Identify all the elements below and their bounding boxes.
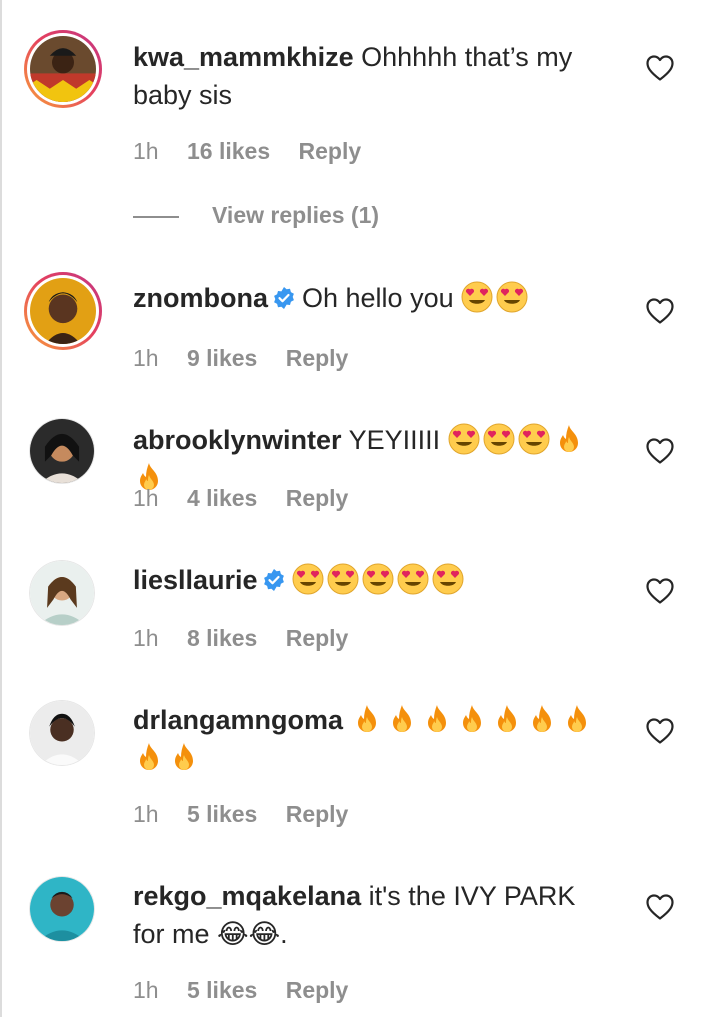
heart-outline-icon[interactable] [646, 298, 674, 324]
likes-count[interactable]: 9 likes [187, 345, 257, 371]
heart-eyes-emoji-icon [483, 423, 515, 455]
fire-emoji-icon [133, 741, 165, 773]
username[interactable]: abrooklynwinter [133, 425, 342, 455]
heart-outline-icon[interactable] [646, 578, 674, 604]
heart-outline-icon[interactable] [646, 718, 674, 744]
username[interactable]: liesllaurie [133, 565, 258, 595]
comment-body: YEYIIIII [348, 425, 441, 455]
left-edge-divider [0, 0, 2, 1017]
heart-eyes-emoji-icon [397, 563, 429, 595]
comment-text: liesllaurie [133, 561, 613, 599]
avatar[interactable] [29, 700, 95, 766]
timestamp: 1h [133, 485, 159, 511]
verified-badge-icon [272, 286, 296, 310]
comment-meta: 1h 5 likes Reply [133, 977, 370, 1004]
avatar[interactable] [29, 876, 95, 942]
timestamp: 1h [133, 138, 159, 164]
heart-outline-icon[interactable] [646, 894, 674, 920]
fire-emoji-icon [491, 703, 523, 735]
heart-eyes-emoji-icon [292, 563, 324, 595]
heart-outline-icon[interactable] [646, 55, 674, 81]
fire-emoji-icon [386, 703, 418, 735]
heart-eyes-emoji-icon [448, 423, 480, 455]
view-replies-label: View replies (1) [212, 202, 380, 228]
avatar[interactable] [24, 272, 102, 350]
avatar-image [29, 876, 95, 942]
comment-meta: 1h 8 likes Reply [133, 625, 370, 652]
likes-count[interactable]: 5 likes [187, 801, 257, 827]
heart-eyes-emoji-icon [518, 423, 550, 455]
username[interactable]: kwa_mammkhize [133, 42, 354, 72]
fire-emoji-icon [421, 703, 453, 735]
view-replies-line [133, 215, 179, 218]
emoji-row [461, 283, 531, 313]
comment-meta: 1h 16 likes Reply [133, 138, 383, 165]
avatar-image [30, 36, 96, 102]
likes-count[interactable]: 16 likes [187, 138, 270, 164]
fire-emoji-icon [561, 703, 593, 735]
fire-emoji-icon [456, 703, 488, 735]
fire-emoji-icon [351, 703, 383, 735]
comment-text: drlangamngoma [133, 701, 603, 777]
timestamp: 1h [133, 801, 159, 827]
comment-body: Oh hello you [302, 283, 454, 313]
heart-eyes-emoji-icon [327, 563, 359, 595]
avatar[interactable] [29, 418, 95, 484]
reply-button[interactable]: Reply [286, 977, 349, 1003]
comment-meta: 1h 5 likes Reply [133, 801, 370, 828]
timestamp: 1h [133, 977, 159, 1003]
emoji-row [292, 565, 467, 595]
avatar-image [29, 560, 95, 626]
avatar[interactable] [29, 560, 95, 626]
avatar[interactable] [24, 30, 102, 108]
fire-emoji-icon [526, 703, 558, 735]
reply-button[interactable]: Reply [286, 625, 349, 651]
reply-button[interactable]: Reply [286, 801, 349, 827]
heart-eyes-emoji-icon [362, 563, 394, 595]
timestamp: 1h [133, 345, 159, 371]
likes-count[interactable]: 4 likes [187, 485, 257, 511]
username[interactable]: znombona [133, 283, 268, 313]
avatar-image [29, 700, 95, 766]
likes-count[interactable]: 5 likes [187, 977, 257, 1003]
fire-emoji-icon [553, 423, 585, 455]
avatar-image [29, 418, 95, 484]
heart-eyes-emoji-icon [432, 563, 464, 595]
heart-eyes-emoji-icon [496, 281, 528, 313]
reply-button[interactable]: Reply [286, 345, 349, 371]
comment-meta: 1h 9 likes Reply [133, 345, 370, 372]
heart-outline-icon[interactable] [646, 438, 674, 464]
avatar-image [30, 278, 96, 344]
comment-text: rekgo_mqakelana it's the IVY PARK for me… [133, 877, 613, 953]
username[interactable]: rekgo_mqakelana [133, 881, 361, 911]
likes-count[interactable]: 8 likes [187, 625, 257, 651]
verified-badge-icon [262, 568, 286, 592]
view-replies-button[interactable]: View replies (1) [133, 202, 379, 229]
comment-meta: 1h 4 likes Reply [133, 485, 370, 512]
timestamp: 1h [133, 625, 159, 651]
reply-button[interactable]: Reply [299, 138, 362, 164]
username[interactable]: drlangamngoma [133, 705, 343, 735]
reply-button[interactable]: Reply [286, 485, 349, 511]
heart-eyes-emoji-icon [461, 281, 493, 313]
fire-emoji-icon [168, 741, 200, 773]
comment-text: znombona Oh hello you [133, 279, 613, 317]
comment-text: kwa_mammkhize Ohhhhh that’s my baby sis [133, 38, 613, 114]
